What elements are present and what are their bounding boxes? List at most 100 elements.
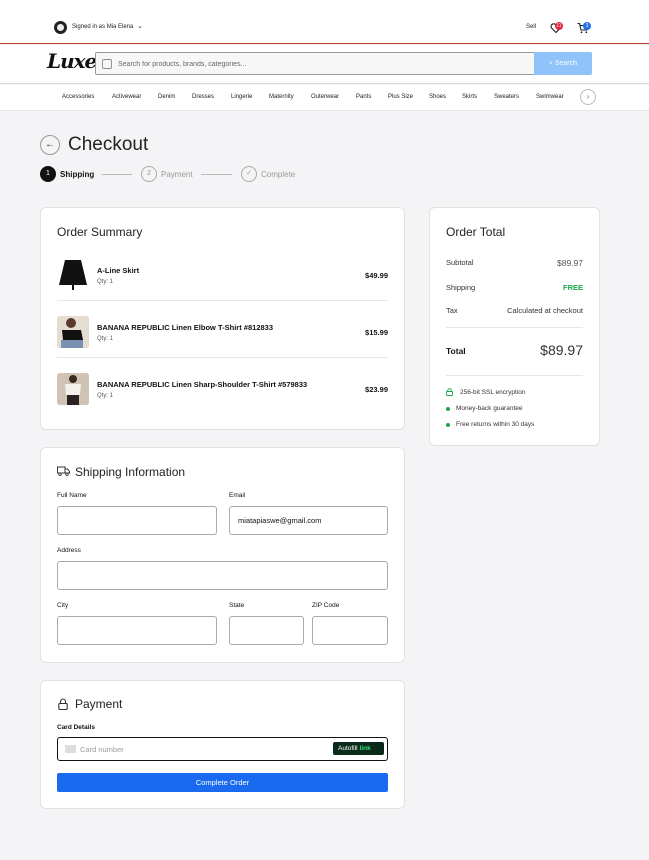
autofill-label: Autofill: [338, 745, 358, 752]
autofill-link-button[interactable]: Autofill link: [333, 742, 384, 755]
wishlist-badge: 11: [555, 22, 563, 30]
tax-label: Tax: [446, 306, 458, 315]
search-button[interactable]: ⌕ Search: [534, 52, 592, 75]
logo[interactable]: Luxe: [47, 49, 97, 73]
item-price: $49.99: [365, 271, 388, 280]
full-name-field[interactable]: [57, 506, 217, 535]
skirt-image: [59, 260, 87, 290]
item-price: $23.99: [365, 385, 388, 394]
category-item[interactable]: Sweaters: [494, 94, 519, 100]
arrow-left-icon: ←: [45, 139, 55, 150]
order-summary-card: [40, 207, 405, 430]
step-payment-number: 2: [141, 166, 157, 182]
payment-title: Payment: [75, 697, 123, 711]
item-qty: Qty: 1: [97, 393, 114, 399]
category-item[interactable]: Plus Size: [388, 94, 413, 100]
top-bar: Signed in as Mia Elena ⌄ Sell 11 3: [0, 0, 649, 44]
chevron-down-icon[interactable]: ⌄: [137, 22, 143, 30]
subtotal-value: $89.97: [557, 258, 583, 268]
check-icon: ✓: [241, 166, 257, 182]
trust-money-back: Money-back guarantee: [456, 405, 523, 412]
order-summary-title: Order Summary: [57, 225, 143, 239]
bullet-dot: [446, 407, 450, 411]
cart-badge: 3: [583, 22, 591, 30]
zip-field[interactable]: [312, 616, 388, 645]
search-input[interactable]: [118, 57, 518, 71]
full-name-label: Full Name: [57, 492, 87, 499]
item-qty: Qty: 1: [97, 279, 114, 285]
category-item[interactable]: Accessories: [62, 94, 94, 100]
category-item[interactable]: Dresses: [192, 94, 214, 100]
city-field[interactable]: [57, 616, 217, 645]
category-item[interactable]: Lingerie: [231, 94, 252, 100]
step-connector: [102, 174, 132, 175]
search-button-label: Search: [554, 60, 578, 67]
trust-returns: Free returns within 30 days: [456, 421, 535, 428]
search-icon: [102, 59, 112, 69]
divider: [57, 357, 388, 358]
email-label: Email: [229, 492, 246, 499]
state-field[interactable]: [229, 616, 304, 645]
zip-label: ZIP Code: [312, 602, 340, 609]
category-item[interactable]: Pants: [356, 94, 371, 100]
back-button[interactable]: ←: [40, 135, 60, 155]
search-icon: ⌕: [548, 60, 553, 67]
shipping-title: Shipping Information: [75, 465, 186, 479]
credit-card-icon: [65, 745, 76, 753]
divider: [57, 300, 388, 301]
order-total-title: Order Total: [446, 225, 506, 239]
shipping-value: FREE: [562, 283, 583, 292]
tshirt-photo: [57, 316, 89, 348]
category-item[interactable]: Outerwear: [311, 94, 339, 100]
signed-in-label[interactable]: Signed in as Mia Elena: [72, 24, 133, 30]
step-connector: [201, 174, 232, 175]
divider: [446, 375, 583, 376]
divider: [446, 327, 583, 328]
lock-icon: [446, 388, 453, 396]
address-field[interactable]: [57, 561, 388, 590]
sell-link[interactable]: Sell: [526, 24, 536, 30]
category-item[interactable]: Swimwear: [536, 94, 564, 100]
card-number-field[interactable]: Autofilllink: [57, 737, 388, 761]
category-item[interactable]: Skirts: [462, 94, 477, 100]
state-label: State: [229, 602, 245, 609]
search-box: [95, 52, 534, 75]
email-field[interactable]: [229, 506, 388, 535]
complete-order-button[interactable]: Complete Order: [57, 773, 388, 792]
category-item[interactable]: Activewear: [112, 94, 141, 100]
step-payment-label: Payment: [161, 170, 193, 179]
card-details-label: Card Details: [57, 724, 95, 731]
product-image[interactable]: [57, 316, 89, 348]
city-label: City: [57, 602, 69, 609]
chevron-right-icon[interactable]: ›: [580, 89, 596, 105]
card-number-input[interactable]: [80, 743, 310, 755]
item-qty: Qty: 1: [97, 336, 114, 342]
site-header: Luxe ⌕ Search: [0, 45, 649, 84]
total-value: $89.97: [540, 342, 583, 358]
item-name: BANANA REPUBLIC Linen Sharp-Shoulder T-S…: [97, 380, 308, 389]
category-item[interactable]: Denim: [158, 94, 175, 100]
truck-icon: [57, 466, 70, 476]
product-image[interactable]: [57, 373, 89, 405]
link-logo: link: [359, 745, 371, 752]
subtotal-label: Subtotal: [446, 258, 474, 267]
step-shipping-number: 1: [40, 166, 56, 182]
bullet-dot: [446, 423, 450, 427]
product-image[interactable]: [57, 258, 89, 290]
avatar[interactable]: [54, 21, 67, 34]
item-name: BANANA REPUBLIC Linen Elbow T-Shirt #812…: [97, 323, 274, 332]
tshirt-photo: [57, 373, 89, 405]
tax-value: Calculated at checkout: [507, 306, 583, 315]
trust-ssl: 256-bit SSL encryption: [460, 389, 526, 396]
page-title: Checkout: [68, 134, 149, 155]
address-label: Address: [57, 547, 81, 554]
item-price: $15.99: [365, 328, 388, 337]
step-complete-label: Complete: [261, 170, 296, 179]
total-label: Total: [446, 346, 466, 356]
category-nav: Accessories Activewear Denim Dresses Lin…: [0, 85, 649, 111]
lock-icon: [58, 698, 68, 710]
item-name: A-Line Skirt: [97, 266, 140, 275]
category-item[interactable]: Shoes: [429, 94, 446, 100]
category-item[interactable]: Maternity: [269, 94, 294, 100]
step-shipping-label: Shipping: [60, 170, 95, 179]
